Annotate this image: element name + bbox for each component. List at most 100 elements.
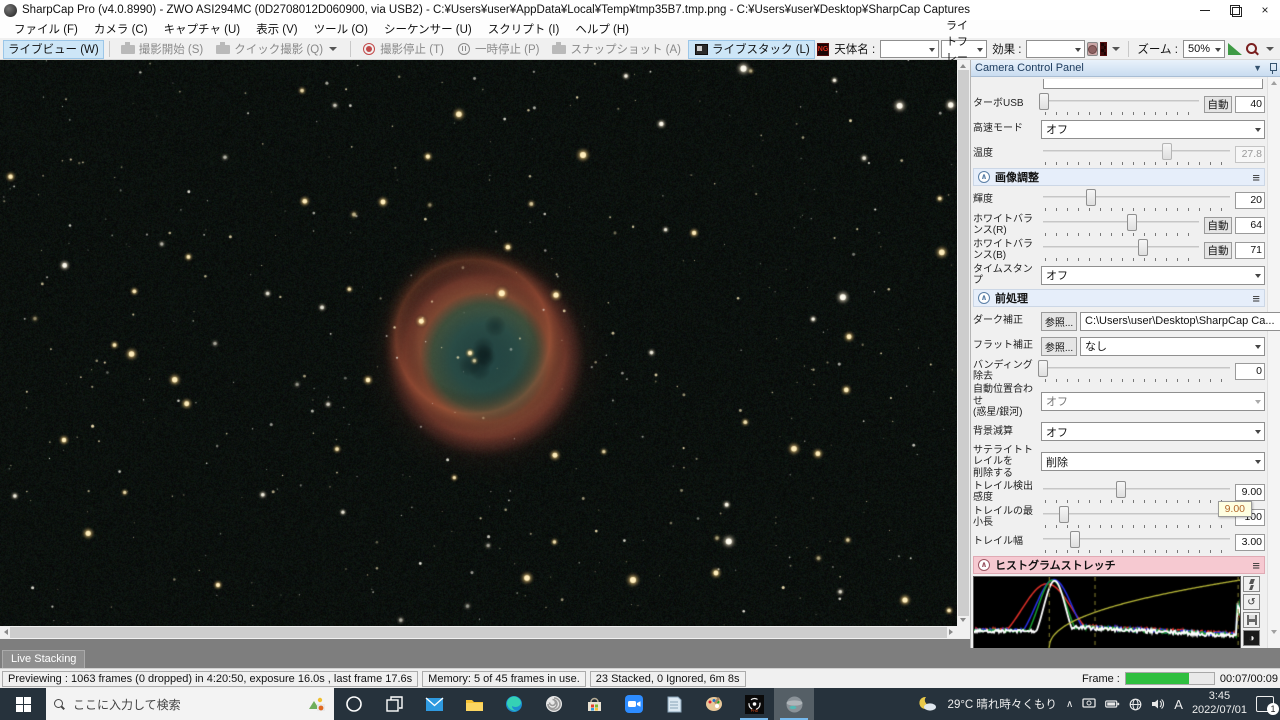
swatch-caret-icon[interactable] <box>1112 47 1120 51</box>
view-caret-icon[interactable] <box>1266 47 1274 51</box>
panel-scroll-down[interactable] <box>1271 630 1277 634</box>
value-box[interactable]: 0 <box>1235 363 1265 380</box>
panel-scroll-up[interactable] <box>1271 81 1277 85</box>
value-box[interactable]: 64 <box>1235 217 1265 234</box>
weather-icon[interactable] <box>917 695 939 713</box>
slider-0[interactable] <box>1041 188 1232 212</box>
reset-button[interactable]: ↺ <box>1243 594 1260 610</box>
menu-item-6[interactable]: スクリプト (I) <box>480 19 568 39</box>
path-combo[interactable]: なし <box>1080 337 1265 356</box>
auto-button[interactable]: 自動 <box>1204 242 1232 259</box>
dark-frame-swatch-icon[interactable] <box>1100 42 1107 56</box>
slider-thumb[interactable] <box>1070 531 1080 548</box>
hscroll-thumb[interactable] <box>10 627 947 638</box>
slider-thumb[interactable] <box>1116 481 1126 498</box>
slider-8[interactable] <box>1041 530 1232 554</box>
scroll-left-arrow[interactable] <box>4 629 8 635</box>
live-image-canvas[interactable] <box>0 60 957 626</box>
start-capture-button[interactable]: 撮影開始 (S) <box>115 40 209 59</box>
menu-item-7[interactable]: ヘルプ (H) <box>567 19 637 39</box>
menu-item-2[interactable]: キャプチャ (U) <box>156 19 249 39</box>
menu-item-0[interactable]: ファイル (F) <box>6 19 86 39</box>
slider-thumb[interactable] <box>1138 239 1148 256</box>
effects-combo[interactable] <box>1026 40 1085 58</box>
panel-scrollbar[interactable] <box>1267 77 1280 648</box>
histogram-canvas[interactable] <box>973 576 1241 648</box>
taskbar-app-zoom-app[interactable] <box>614 688 654 720</box>
magnifier-icon[interactable] <box>1245 41 1261 57</box>
value-box[interactable]: 71 <box>1235 242 1265 259</box>
close-button[interactable]: × <box>1250 0 1280 20</box>
value-box[interactable]: 9.00 <box>1235 484 1265 501</box>
horizontal-scrollbar[interactable] <box>0 626 957 639</box>
tray-expand-icon[interactable]: ∧ <box>1066 699 1073 710</box>
slider-thumb[interactable] <box>1127 214 1137 231</box>
zoom-combo[interactable]: 50% <box>1183 40 1225 58</box>
menu-item-5[interactable]: シーケンサー (U) <box>376 19 480 39</box>
target-name-combo[interactable] <box>880 40 939 58</box>
taskbar-app-cortana[interactable] <box>334 688 374 720</box>
save-button[interactable] <box>1243 612 1260 628</box>
chevron-up-icon[interactable]: ∧ <box>978 171 990 183</box>
taskbar-app-task-view[interactable] <box>374 688 414 720</box>
auto-button[interactable]: 自動 <box>1204 96 1232 113</box>
scroll-up-arrow[interactable] <box>960 64 966 68</box>
start-button[interactable] <box>0 688 46 720</box>
slider-2[interactable] <box>1041 359 1232 383</box>
volume-tray-icon[interactable] <box>1151 698 1165 710</box>
slider-thumb[interactable] <box>1086 189 1096 206</box>
slider-thumb[interactable] <box>1039 93 1049 110</box>
menu-icon[interactable]: ≡ <box>1252 170 1260 185</box>
menu-icon[interactable]: ≡ <box>1252 558 1260 573</box>
notification-center-icon[interactable]: 1 <box>1256 696 1274 712</box>
live-stack-button[interactable]: ライブスタック (L) <box>688 40 815 59</box>
taskbar-app-astro-app[interactable]: PHD <box>734 688 774 720</box>
network-tray-icon[interactable] <box>1129 698 1142 711</box>
black-level-swatch-icon[interactable] <box>1087 42 1098 56</box>
taskbar-app-paint[interactable] <box>694 688 734 720</box>
quick-capture-button[interactable]: クイック撮影 (Q) <box>210 40 345 59</box>
value-box[interactable]: 3.00 <box>1235 534 1265 551</box>
section-header-2[interactable]: ∧前処理≡ <box>973 289 1265 307</box>
combo-3[interactable]: オフ <box>1041 266 1265 285</box>
slider-thumb[interactable] <box>1059 506 1069 523</box>
value-box[interactable]: 27.8 <box>1235 146 1265 163</box>
chevron-up-icon[interactable]: ∧ <box>978 292 990 304</box>
taskbar-search-input[interactable]: ここに入力して検索 <box>46 688 334 720</box>
scroll-right-arrow[interactable] <box>949 629 953 635</box>
combo-2[interactable]: オフ <box>1041 120 1265 139</box>
combo-3[interactable]: オフ <box>1041 392 1265 411</box>
value-box[interactable]: 20 <box>1235 192 1265 209</box>
maximize-button[interactable] <box>1220 0 1250 20</box>
histogram-icon[interactable] <box>1227 41 1243 57</box>
pin-icon[interactable] <box>1269 63 1276 74</box>
slider-1[interactable] <box>1041 92 1201 116</box>
taskbar-app-edge[interactable] <box>494 688 534 720</box>
menu-item-4[interactable]: ツール (O) <box>306 19 376 39</box>
pause-button[interactable]: 一時停止 (P) <box>451 40 545 59</box>
taskbar-app-explorer[interactable] <box>454 688 494 720</box>
combo-4[interactable]: オフ <box>1041 422 1265 441</box>
chevron-up-icon[interactable]: ∧ <box>978 559 990 571</box>
lightning-button[interactable] <box>1243 576 1260 592</box>
slider-3[interactable] <box>1041 142 1232 166</box>
combo-5[interactable]: 削除 <box>1041 452 1265 471</box>
tab-live-stacking[interactable]: Live Stacking <box>2 650 85 668</box>
scroll-down-arrow[interactable] <box>960 618 966 622</box>
taskbar-app-sharpcap[interactable] <box>774 688 814 720</box>
value-box[interactable]: 40 <box>1235 96 1265 113</box>
slider-1[interactable] <box>1041 213 1201 237</box>
slider-thumb[interactable] <box>1038 360 1048 377</box>
chevron-down-icon[interactable]: ▼ <box>1253 63 1262 73</box>
display-tray-icon[interactable] <box>1082 698 1096 710</box>
browse-button[interactable]: 参照... <box>1041 312 1077 331</box>
frame-type-combo[interactable]: ライトフレーム <box>941 40 987 58</box>
weather-text[interactable]: 29°C 晴れ時々くもり <box>948 696 1057 712</box>
contrast-button[interactable]: ◑ <box>1243 630 1260 646</box>
path-combo[interactable]: C:\Users\user\Desktop\SharpCap Ca... <box>1080 312 1280 331</box>
taskbar-app-spiral-app[interactable] <box>534 688 574 720</box>
menu-item-3[interactable]: 表示 (V) <box>248 19 306 39</box>
taskbar-app-store[interactable] <box>574 688 614 720</box>
tray-clock[interactable]: 3:45 2022/07/01 <box>1192 690 1247 718</box>
browse-button[interactable]: 参照... <box>1041 337 1077 356</box>
